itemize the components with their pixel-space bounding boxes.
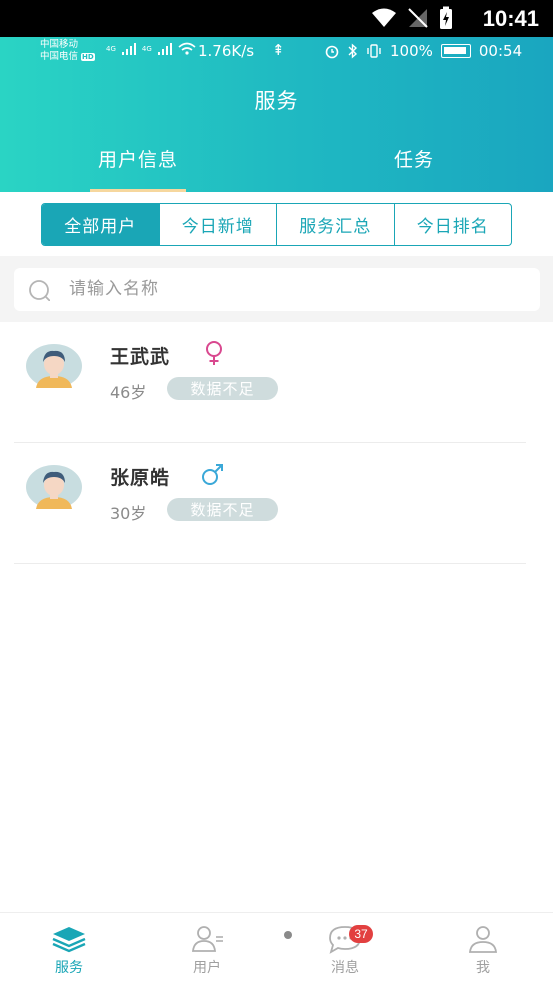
user-name: 张原皓 (110, 467, 171, 489)
nav-label: 服务 (55, 960, 83, 976)
inner-status-bar: 中国移动 中国电信 HD 4G 4G 1.76K/s ⇞ 100% 00:54 (0, 37, 553, 67)
net-label-1: 4G (106, 44, 116, 53)
wifi-icon (372, 8, 396, 27)
system-status-bar: 10:41 (0, 0, 553, 37)
search-box[interactable] (14, 268, 540, 311)
user-age: 30岁 (110, 504, 147, 523)
signal-icon (121, 42, 136, 55)
battery-charging-icon (440, 6, 452, 29)
search-input[interactable] (69, 274, 519, 304)
tab-label: 任务 (393, 149, 434, 171)
page-title: 服务 (254, 89, 299, 113)
battery-percent: 100% (390, 42, 433, 60)
nav-service[interactable]: 服务 (19, 913, 119, 983)
usb-icon: ⇞ (272, 41, 285, 59)
nav-label: 用户 (193, 960, 221, 976)
female-icon (206, 341, 222, 365)
nav-label: 我 (476, 960, 490, 976)
user-list: 王武武 46岁 数据不足 张原皓 30岁 数据不足 (0, 322, 553, 564)
nav-label: 消息 (331, 960, 359, 976)
alarm-icon (325, 45, 339, 59)
inner-time: 00:54 (478, 42, 523, 60)
search-icon (29, 280, 50, 301)
carrier-2: 中国电信 (40, 51, 79, 62)
layers-icon (52, 927, 86, 953)
vibrate-icon (367, 44, 381, 58)
system-time: 10:41 (482, 6, 539, 31)
filter-all-users[interactable]: 全部用户 (42, 204, 160, 245)
hd-badge: HD (81, 53, 95, 61)
carrier-info: 中国移动 中国电信 HD (40, 39, 95, 63)
indicator-dot (284, 931, 292, 939)
header: 中国移动 中国电信 HD 4G 4G 1.76K/s ⇞ 100% 00:54 (0, 37, 553, 192)
no-signal-icon (408, 8, 428, 28)
filter-service-summary[interactable]: 服务汇总 (277, 204, 395, 245)
filter-segmented-control: 全部用户 今日新增 服务汇总 今日排名 (41, 203, 512, 246)
wifi-small-icon (178, 42, 196, 55)
battery-icon (440, 44, 471, 58)
bottom-navigation: 服务 用户 消息 37 我 (0, 912, 553, 983)
row-divider (14, 563, 526, 564)
user-list-icon (192, 926, 223, 952)
tab-tasks[interactable]: 任务 (364, 145, 464, 192)
net-label-2: 4G (141, 44, 152, 53)
tab-user-info[interactable]: 用户信息 (88, 145, 188, 192)
list-item[interactable]: 张原皓 30岁 数据不足 (0, 443, 553, 564)
avatar (26, 344, 82, 388)
message-count-badge: 37 (349, 925, 373, 943)
carrier-1: 中国移动 (40, 39, 79, 50)
avatar (26, 465, 82, 509)
status-badge: 数据不足 (167, 498, 278, 521)
tab-active-indicator (90, 189, 186, 192)
filter-today-new[interactable]: 今日新增 (160, 204, 277, 245)
male-icon (202, 464, 223, 485)
network-signals: 4G 4G (106, 42, 196, 55)
user-name: 王武武 (110, 346, 171, 368)
network-speed: 1.76K/s (198, 42, 255, 60)
tab-bar: 用户信息 任务 (0, 145, 553, 192)
nav-messages[interactable]: 消息 (295, 913, 395, 983)
bluetooth-icon (348, 43, 358, 59)
filter-today-ranking[interactable]: 今日排名 (395, 204, 512, 245)
list-item[interactable]: 王武武 46岁 数据不足 (0, 322, 553, 443)
user-age: 46岁 (110, 383, 147, 402)
tab-label: 用户信息 (97, 149, 178, 171)
profile-icon (469, 926, 497, 953)
status-badge: 数据不足 (167, 377, 278, 400)
signal-icon-2 (157, 42, 172, 55)
system-icons (371, 6, 453, 30)
screen: 10:41 中国移动 中国电信 HD 4G 4G 1.76K/s ⇞ 100% (0, 0, 553, 983)
search-section (0, 256, 553, 322)
nav-me[interactable]: 我 (433, 913, 533, 983)
right-status: 100% 00:54 (324, 42, 522, 60)
nav-users[interactable]: 用户 (157, 913, 257, 983)
